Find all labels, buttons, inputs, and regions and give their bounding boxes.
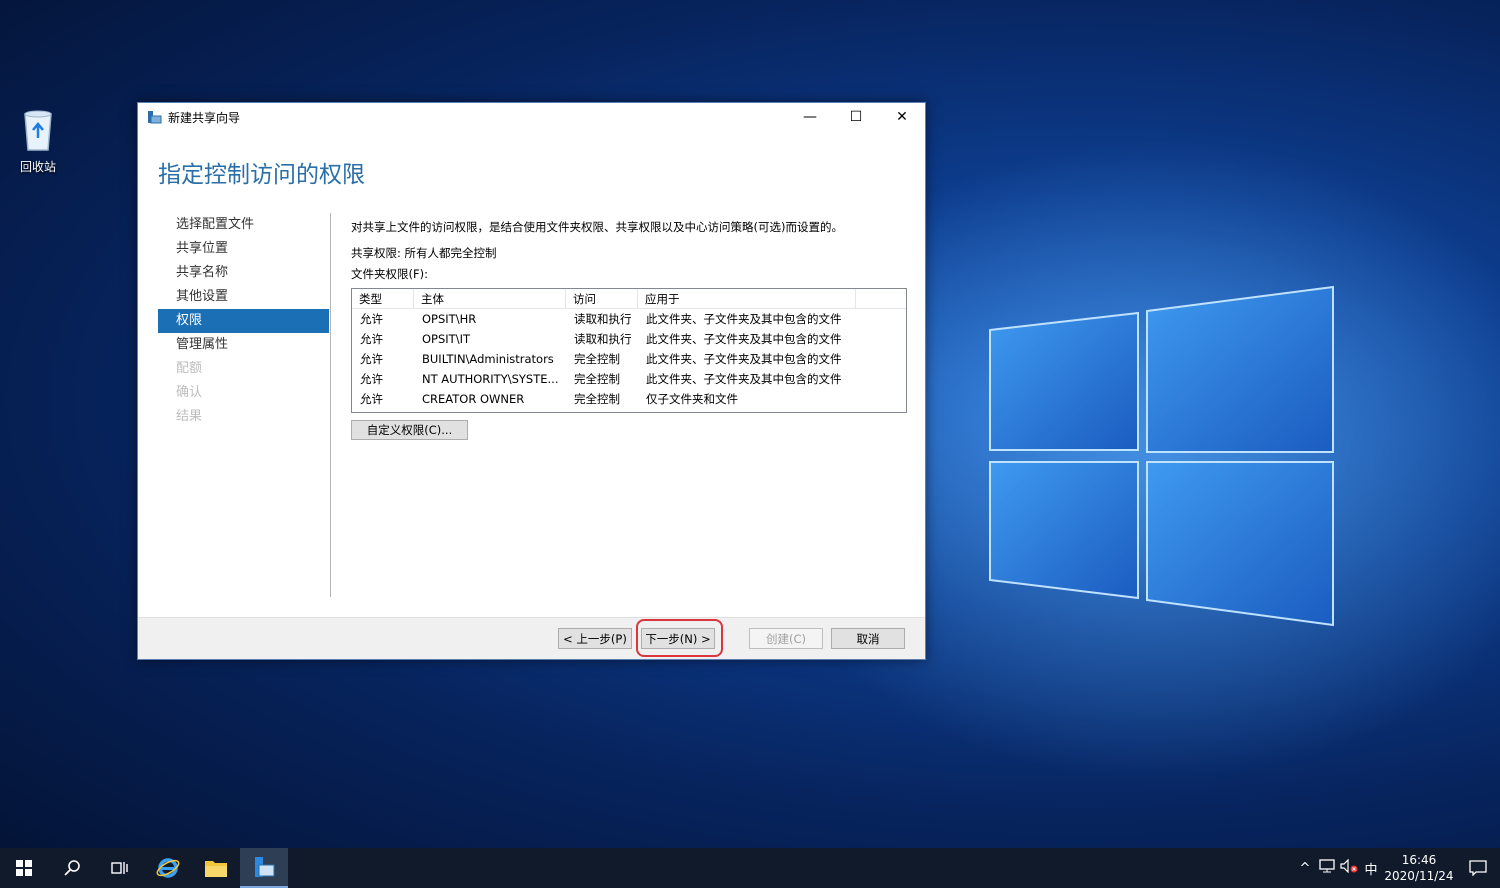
nav-item-select-profile[interactable]: 选择配置文件 <box>158 213 329 237</box>
title-bar[interactable]: 新建共享向导 — ☐ ✕ <box>138 103 925 131</box>
cell-principal: OPSIT\HR <box>422 312 477 326</box>
list-header: 类型 主体 访问 应用于 <box>352 289 906 309</box>
cell-access: 完全控制 <box>574 352 620 366</box>
wizard-step-nav: 选择配置文件 共享位置 共享名称 其他设置 权限 管理属性 配额 确认 结果 <box>158 213 329 429</box>
cell-type: 允许 <box>360 372 383 386</box>
list-item[interactable]: 允许 CREATOR OWNER 完全控制 仅子文件夹和文件 <box>352 389 906 409</box>
nav-item-results: 结果 <box>176 409 203 424</box>
folder-icon <box>205 861 227 877</box>
cell-type: 允许 <box>360 312 383 326</box>
recycle-bin-shortcut[interactable]: 回收站 <box>10 108 66 175</box>
previous-button[interactable]: < 上一步(P) <box>558 628 632 649</box>
notification-center-button[interactable] <box>1456 860 1500 876</box>
nav-item-management-properties[interactable]: 管理属性 <box>158 333 329 357</box>
cell-applies-to: 此文件夹、子文件夹及其中包含的文件 <box>646 312 842 326</box>
cell-principal: OPSIT\IT <box>422 332 470 346</box>
system-tray: ^ 中 16:46 2020/11/24 <box>1294 848 1500 888</box>
cell-applies-to: 仅子文件夹和文件 <box>646 392 738 406</box>
share-wizard-icon <box>255 857 275 877</box>
nav-item-confirmation: 确认 <box>176 385 203 400</box>
cell-applies-to: 此文件夹、子文件夹及其中包含的文件 <box>646 332 842 346</box>
share-permissions-text: 共享权限: 所有人都完全控制 <box>351 246 497 260</box>
cell-principal: BUILTIN\Administrators <box>422 352 554 366</box>
nav-item-other-settings[interactable]: 其他设置 <box>158 285 329 309</box>
task-view-button[interactable] <box>96 848 144 888</box>
cell-applies-to: 此文件夹、子文件夹及其中包含的文件 <box>646 352 842 366</box>
column-header-empty <box>856 289 906 308</box>
column-header-type[interactable]: 类型 <box>352 289 414 308</box>
windows-logo-icon <box>16 860 32 876</box>
input-language-indicator[interactable]: 中 <box>1360 859 1382 878</box>
taskbar: ^ 中 16:46 2020/11/24 <box>0 848 1500 888</box>
clock-time: 16:46 <box>1401 853 1437 867</box>
cell-applies-to: 此文件夹、子文件夹及其中包含的文件 <box>646 372 842 386</box>
list-item[interactable]: 允许 OPSIT\IT 读取和执行 此文件夹、子文件夹及其中包含的文件 <box>352 329 906 349</box>
nav-item-share-name[interactable]: 共享名称 <box>158 261 329 285</box>
next-button-highlight <box>636 619 723 657</box>
share-wizard-taskbar-button[interactable] <box>240 848 288 888</box>
cell-access: 完全控制 <box>574 392 620 406</box>
notification-icon <box>1469 860 1487 876</box>
create-button: 创建(C) <box>749 628 823 649</box>
search-button[interactable] <box>48 848 96 888</box>
folder-permissions-list[interactable]: 类型 主体 访问 应用于 允许 OPSIT\HR 读取和执行 此文件夹、子文件夹… <box>351 288 907 413</box>
folder-permissions-label: 文件夹权限(F): <box>351 267 428 281</box>
close-button[interactable]: ✕ <box>879 103 925 131</box>
cell-principal: CREATOR OWNER <box>422 392 525 406</box>
column-header-principal[interactable]: 主体 <box>414 289 566 308</box>
maximize-button[interactable]: ☐ <box>833 103 879 131</box>
window-title: 新建共享向导 <box>168 110 241 125</box>
page-heading: 指定控制访问的权限 <box>158 162 365 188</box>
chevron-up-icon[interactable]: ^ <box>1294 861 1316 876</box>
start-button[interactable] <box>0 848 48 888</box>
share-wizard-icon <box>146 109 162 125</box>
list-item[interactable]: 允许 NT AUTHORITY\SYSTE... 完全控制 此文件夹、子文件夹及… <box>352 369 906 389</box>
column-header-access[interactable]: 访问 <box>566 289 638 308</box>
internet-explorer-icon <box>156 858 180 878</box>
task-view-icon <box>111 862 128 874</box>
new-share-wizard-window: 新建共享向导 — ☐ ✕ 指定控制访问的权限 选择配置文件 共享位置 共享名称 … <box>137 102 926 660</box>
cell-principal: NT AUTHORITY\SYSTE... <box>422 372 559 386</box>
cell-access: 读取和执行 <box>574 332 632 346</box>
cell-access: 完全控制 <box>574 372 620 386</box>
column-header-applies-to[interactable]: 应用于 <box>638 289 856 308</box>
recycle-bin-label: 回收站 <box>19 160 56 174</box>
recycle-bin-icon <box>20 108 56 152</box>
permissions-content: 对共享上文件的访问权限，是结合使用文件夹权限、共享权限以及中心访问策略(可选)而… <box>351 219 911 440</box>
clock-date: 2020/11/24 <box>1384 869 1454 883</box>
list-item[interactable]: 允许 OPSIT\HR 读取和执行 此文件夹、子文件夹及其中包含的文件 <box>352 309 906 329</box>
network-icon[interactable] <box>1316 859 1338 877</box>
nav-divider <box>330 213 331 597</box>
clock[interactable]: 16:46 2020/11/24 <box>1382 852 1456 884</box>
nav-item-share-location[interactable]: 共享位置 <box>158 237 329 261</box>
customize-permissions-button[interactable]: 自定义权限(C)... <box>351 420 468 440</box>
permissions-description: 对共享上文件的访问权限，是结合使用文件夹权限、共享权限以及中心访问策略(可选)而… <box>351 220 843 234</box>
search-icon <box>64 860 80 876</box>
nav-item-permissions[interactable]: 权限 <box>158 309 329 333</box>
cell-access: 读取和执行 <box>574 312 632 326</box>
minimize-button[interactable]: — <box>787 103 833 131</box>
file-explorer-button[interactable] <box>192 848 240 888</box>
internet-explorer-button[interactable] <box>144 848 192 888</box>
cell-type: 允许 <box>360 352 383 366</box>
list-item[interactable]: 允许 BUILTIN\Administrators 完全控制 此文件夹、子文件夹… <box>352 349 906 369</box>
cell-type: 允许 <box>360 392 383 406</box>
cancel-button[interactable]: 取消 <box>831 628 905 649</box>
nav-item-quota: 配额 <box>176 361 203 376</box>
wizard-footer: < 上一步(P) 下一步(N) > 创建(C) 取消 <box>138 617 925 659</box>
cell-type: 允许 <box>360 332 383 346</box>
volume-muted-icon[interactable] <box>1338 858 1360 877</box>
